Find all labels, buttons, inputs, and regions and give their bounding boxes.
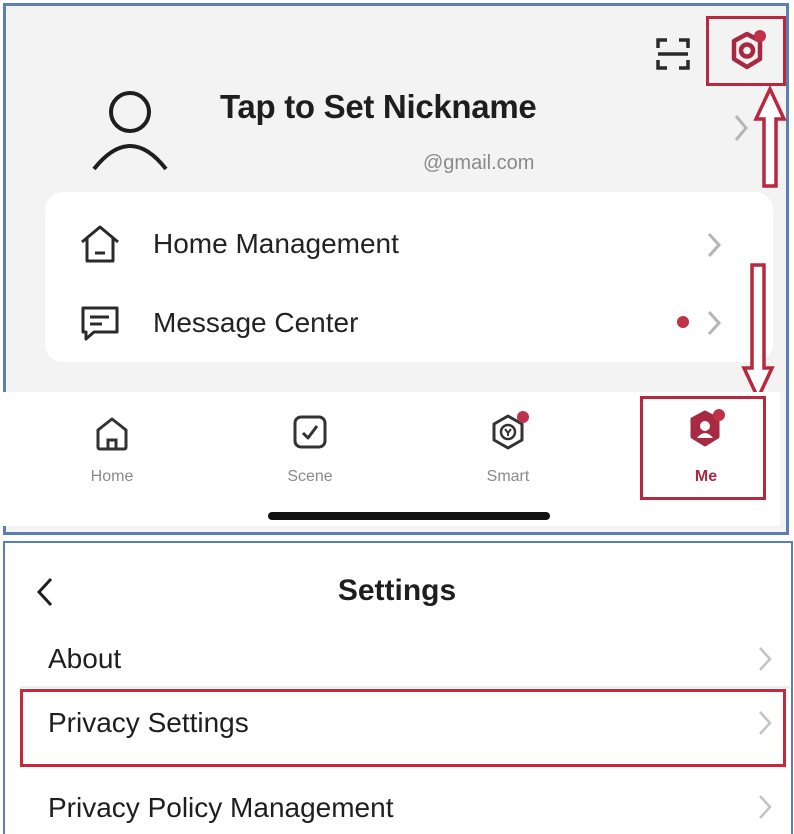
smart-cube-icon[interactable] xyxy=(488,408,532,452)
chevron-right-icon[interactable] xyxy=(758,646,772,672)
chevron-right-icon[interactable] xyxy=(758,710,772,736)
chevron-right-icon[interactable] xyxy=(707,310,722,336)
scan-icon[interactable] xyxy=(655,36,691,72)
tab-home[interactable]: Home xyxy=(52,468,172,486)
house-icon xyxy=(81,225,119,263)
email-label: @gmail.com xyxy=(423,152,535,174)
settings-item-about[interactable]: About xyxy=(48,643,121,675)
menu-item-message-center[interactable]: Message Center xyxy=(153,307,358,339)
scene-checkbox-icon[interactable] xyxy=(292,414,328,450)
user-avatar-icon[interactable] xyxy=(90,85,170,175)
message-icon xyxy=(81,306,119,341)
home-icon[interactable] xyxy=(94,416,130,452)
nickname-label[interactable]: Tap to Set Nickname xyxy=(220,88,537,126)
settings-title: Settings xyxy=(337,574,457,607)
arrow-down-annotation xyxy=(741,263,775,403)
me-avatar-icon[interactable] xyxy=(684,406,730,452)
notification-dot xyxy=(677,316,689,328)
tab-scene[interactable]: Scene xyxy=(250,468,370,486)
menu-item-home-management[interactable]: Home Management xyxy=(153,228,399,260)
settings-item-privacy-settings[interactable]: Privacy Settings xyxy=(48,707,249,739)
tab-smart[interactable]: Smart xyxy=(448,468,568,486)
divider xyxy=(20,686,790,688)
arrow-up-annotation xyxy=(753,84,787,188)
home-indicator-bar xyxy=(268,512,550,520)
chevron-right-icon[interactable] xyxy=(758,794,772,820)
tab-me[interactable]: Me xyxy=(646,468,766,486)
settings-item-privacy-policy-management[interactable]: Privacy Policy Management xyxy=(48,792,393,824)
chevron-right-icon[interactable] xyxy=(707,232,722,258)
profile-chevron-right-icon[interactable] xyxy=(734,114,748,142)
settings-gear-icon[interactable] xyxy=(724,28,770,74)
